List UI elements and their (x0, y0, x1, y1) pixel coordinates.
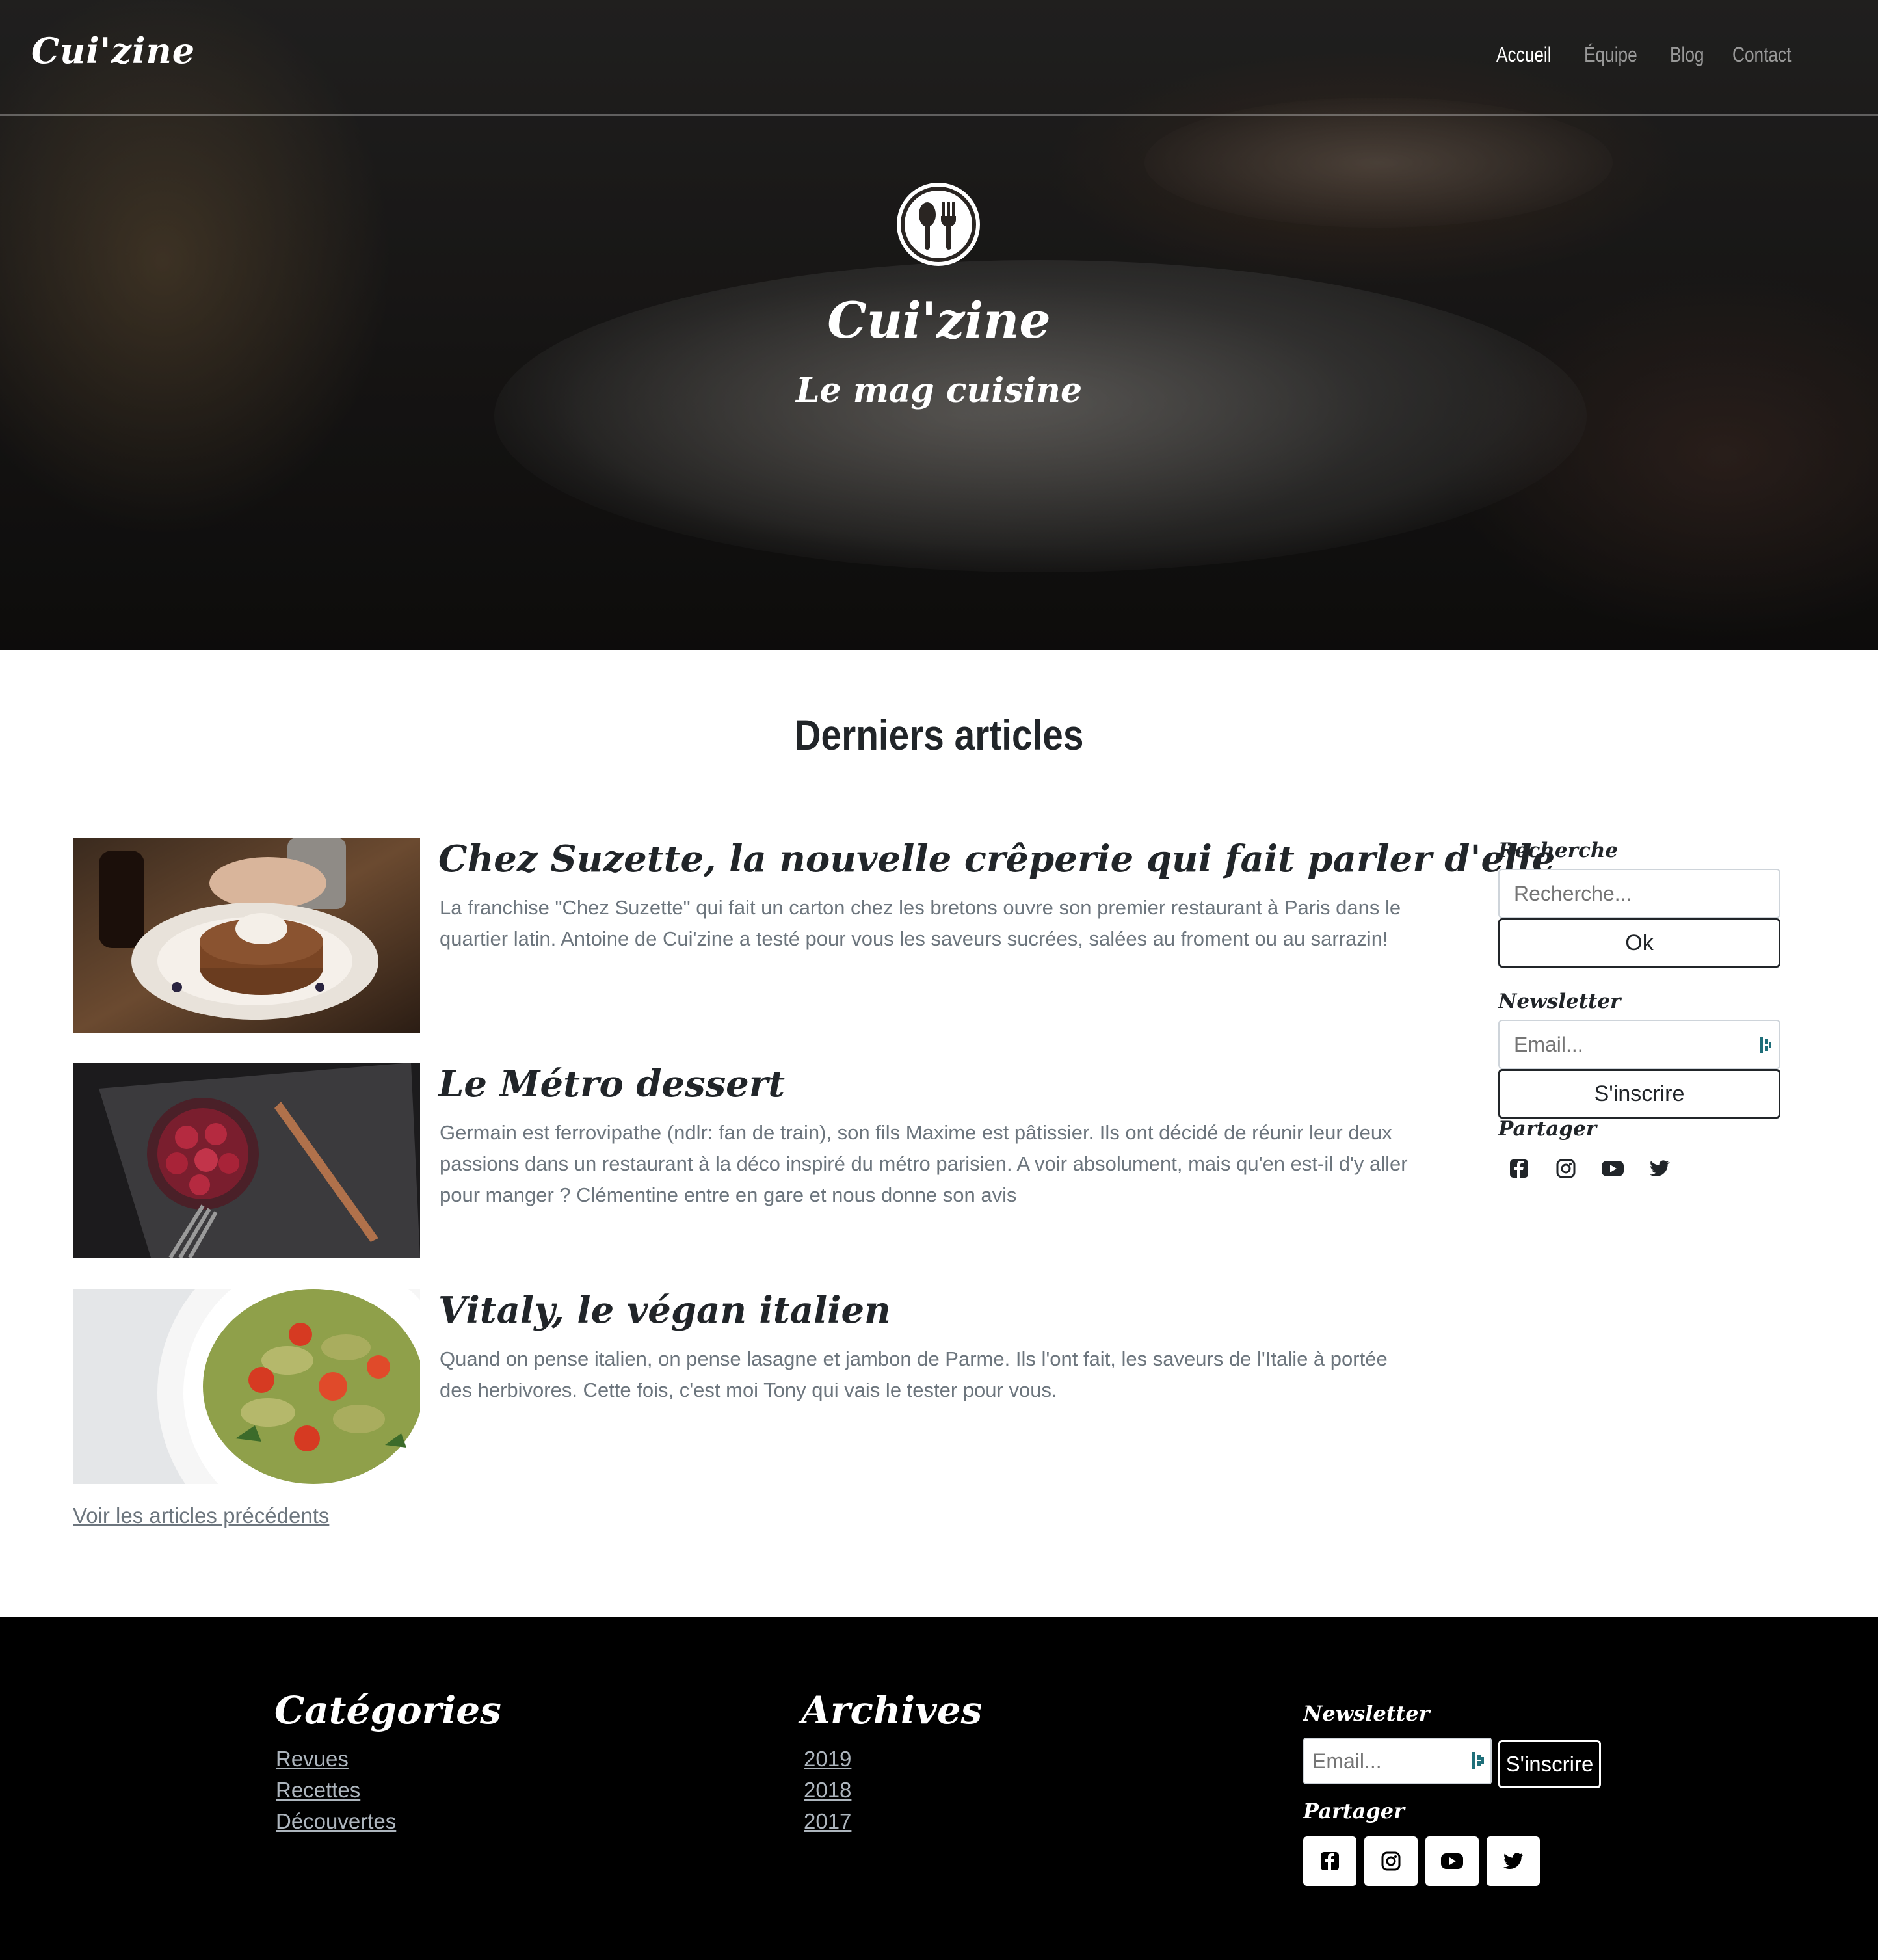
article-card: Le Métro dessert Germain est ferrovipath… (73, 1063, 1458, 1258)
article-image-pasta[interactable] (73, 1289, 420, 1484)
brand-logo-link[interactable]: Cui'zine (31, 30, 195, 72)
instagram-icon[interactable] (1364, 1836, 1418, 1886)
nav-link-equipe[interactable]: Équipe (1584, 43, 1637, 67)
article-excerpt: Quand on pense italien, on pense lasagne… (440, 1347, 1388, 1401)
twitter-icon[interactable] (1487, 1836, 1540, 1886)
newsletter-subscribe-button[interactable]: S'inscrire (1498, 1069, 1780, 1119)
share-label: Partager (1498, 1117, 1597, 1141)
instagram-icon[interactable] (1542, 1154, 1589, 1184)
facebook-icon[interactable] (1303, 1836, 1356, 1886)
nav-link-blog[interactable]: Blog (1670, 43, 1704, 67)
navbar: Cui'zine Accueil Équipe Blog Contact (0, 0, 1878, 116)
nav-link-accueil[interactable]: Accueil (1496, 43, 1552, 67)
footer-share-label: Partager (1303, 1799, 1405, 1823)
footer-archives-list: 2019 2018 2017 (804, 1747, 851, 1840)
hero-subtitle: Le mag cuisine (795, 371, 1083, 410)
newsletter-email-input[interactable] (1498, 1020, 1780, 1069)
article-title[interactable]: Chez Suzette, la nouvelle crêperie qui f… (438, 838, 1555, 881)
footer-subscribe-button[interactable]: S'inscrire (1498, 1740, 1601, 1788)
search-input[interactable] (1498, 869, 1780, 918)
article-image-dessert[interactable] (73, 1063, 420, 1258)
archive-link-2019[interactable]: 2019 (804, 1747, 851, 1771)
youtube-icon[interactable] (1425, 1836, 1479, 1886)
archive-link-2018[interactable]: 2018 (804, 1778, 851, 1802)
category-link-decouvertes[interactable]: Découvertes (276, 1809, 396, 1833)
password-manager-icon[interactable] (1471, 1751, 1485, 1770)
footer-social-links (1303, 1836, 1540, 1886)
footer-categories-list: Revues Recettes Découvertes (276, 1747, 396, 1840)
facebook-icon[interactable] (1496, 1154, 1542, 1184)
article-title[interactable]: Le Métro dessert (438, 1063, 785, 1106)
social-links (1496, 1154, 1683, 1184)
footer: Catégories Revues Recettes Découvertes A… (0, 1617, 1878, 1960)
article-image-crepes[interactable] (73, 838, 420, 1033)
article-excerpt: Germain est ferrovipathe (ndlr: fan de t… (440, 1121, 1408, 1206)
previous-articles-link[interactable]: Voir les articles précédents (73, 1503, 329, 1528)
article-card: Vitaly, le végan italien Quand on pense … (73, 1289, 1458, 1484)
hero-title: Cui'zine (827, 291, 1051, 349)
article-excerpt: La franchise "Chez Suzette" qui fait un … (440, 896, 1401, 950)
youtube-icon[interactable] (1589, 1154, 1636, 1184)
search-label: Recherche (1498, 839, 1619, 862)
archive-link-2017[interactable]: 2017 (804, 1809, 851, 1833)
footer-categories-title: Catégories (274, 1688, 501, 1732)
category-link-revues[interactable]: Revues (276, 1747, 349, 1771)
search-button[interactable]: Ok (1498, 918, 1780, 968)
section-title: Derniers articles (794, 711, 1084, 759)
newsletter-label: Newsletter (1498, 990, 1621, 1013)
hero-banner: Cui'zine Accueil Équipe Blog Contact Cui… (0, 0, 1878, 650)
footer-newsletter-label: Newsletter (1303, 1701, 1430, 1726)
twitter-icon[interactable] (1636, 1154, 1683, 1184)
footer-archives-title: Archives (801, 1688, 983, 1732)
footer-email-input[interactable] (1303, 1738, 1492, 1784)
article-title[interactable]: Vitaly, le végan italien (438, 1289, 891, 1332)
article-card: Chez Suzette, la nouvelle crêperie qui f… (73, 838, 1555, 1033)
nav-links: Accueil Équipe Blog Contact (1496, 43, 1804, 67)
category-link-recettes[interactable]: Recettes (276, 1778, 360, 1802)
spoon-fork-icon (897, 183, 980, 266)
nav-link-contact[interactable]: Contact (1732, 43, 1791, 67)
password-manager-icon[interactable] (1758, 1035, 1773, 1055)
